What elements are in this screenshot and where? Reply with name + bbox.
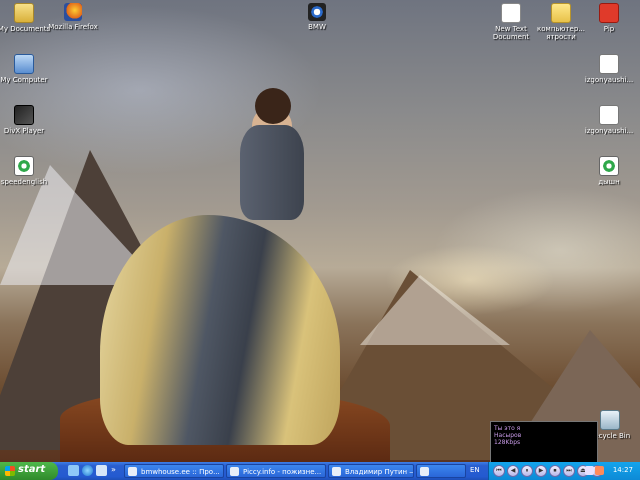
track-artist: Насыров <box>494 432 522 439</box>
desktop-icon-bmw[interactable]: BMW <box>287 3 347 31</box>
track-title: Ты это я <box>494 425 521 432</box>
stop-button[interactable]: ⏹ <box>549 465 561 477</box>
desktop-icon-dyshn[interactable]: дышн <box>579 156 639 186</box>
pip-icon <box>599 3 619 23</box>
system-tray: ⏮ ◀ ⏸ ▶ ⏹ ⏭ ⏏ ↺ 14:27 <box>488 462 640 480</box>
next-button[interactable]: ⏭ <box>563 465 575 477</box>
woman-bodice <box>240 125 304 220</box>
woman-dress <box>100 215 340 445</box>
desktop-icon-label: speedenglish <box>0 178 48 186</box>
audio-file-icon <box>599 105 619 125</box>
divx-player-icon <box>14 105 34 125</box>
media-player-icon <box>599 156 619 176</box>
quick-launch-icon[interactable] <box>96 465 107 476</box>
taskbar-button-label: Piccy.info - пожизне... <box>243 468 322 476</box>
quick-launch-more-button[interactable]: » <box>111 465 116 474</box>
desktop-icon-my-computer[interactable]: My Computer <box>0 54 54 84</box>
internet-explorer-icon[interactable] <box>82 465 93 476</box>
start-button[interactable]: start <box>0 462 58 480</box>
woman-head <box>255 88 291 124</box>
desktop-icon-label: дышн <box>598 178 620 186</box>
media-player-display[interactable]: Ты это я Насыров 128Kbps <box>490 421 598 464</box>
language-indicator[interactable]: EN <box>470 466 480 474</box>
browser-window-icon <box>128 467 137 476</box>
browser-window-icon <box>230 467 239 476</box>
pause-button[interactable]: ⏸ <box>521 465 533 477</box>
rewind-button[interactable]: ◀ <box>507 465 519 477</box>
my-computer-icon <box>14 54 34 74</box>
show-desktop-icon[interactable] <box>68 465 79 476</box>
desktop-icon-divx-player[interactable]: DivX Player <box>0 105 54 135</box>
desktop-icon-izgonyaushi-1[interactable]: izgonyaushi... <box>579 54 639 84</box>
desktop-icon-label: izgonyaushi... <box>584 127 634 135</box>
play-button[interactable]: ▶ <box>535 465 547 477</box>
taskbar-button-window[interactable] <box>416 464 466 478</box>
browser-window-icon <box>332 467 341 476</box>
desktop-wallpaper <box>0 0 640 462</box>
desktop-icon-mozilla-firefox[interactable]: Mozilla Firefox <box>43 3 103 31</box>
desktop-icon-speedenglish[interactable]: speedenglish <box>0 156 54 186</box>
mountain-center-snow <box>360 275 510 345</box>
desktop-icon-label: компьютер... ятрости <box>537 25 585 41</box>
taskbar-button-piccy[interactable]: Piccy.info - пожизне... <box>226 464 326 478</box>
desktop-icon-label: Mozilla Firefox <box>48 23 98 31</box>
windows-logo-icon <box>5 466 15 476</box>
track-bitrate: 128Kbps <box>494 439 521 446</box>
desktop-icon-label: BMW <box>308 23 326 31</box>
folder-icon <box>551 3 571 23</box>
desktop-icon-label: izgonyaushi... <box>584 76 634 84</box>
desktop-icon-label: DivX Player <box>3 127 45 135</box>
firefox-icon <box>64 3 82 21</box>
desktop-icon-izgonyaushi-2[interactable]: izgonyaushi... <box>579 105 639 135</box>
bmw-icon <box>308 3 326 21</box>
desktop-icon-label: My Computer <box>0 76 48 84</box>
clock[interactable]: 14:27 <box>613 466 633 474</box>
window-icon <box>420 467 429 476</box>
audio-file-icon <box>599 54 619 74</box>
my-documents-icon <box>14 3 34 23</box>
taskbar-button-label: Владимир Путин — ... <box>345 468 413 476</box>
taskbar: start » bmwhouse.ee :: Про... Piccy.info… <box>0 462 640 480</box>
media-player-icon <box>14 156 34 176</box>
taskbar-button-putin[interactable]: Владимир Путин — ... <box>328 464 414 478</box>
recycle-bin-icon <box>600 410 620 430</box>
tray-volume-icon[interactable] <box>595 466 604 475</box>
desktop-icon-label: Pip <box>603 25 615 33</box>
desktop-icon-label: New Text Document <box>492 25 530 41</box>
start-label: start <box>18 464 46 475</box>
tray-app-icon[interactable] <box>585 466 594 475</box>
taskbar-button-label: bmwhouse.ee :: Про... <box>141 468 220 476</box>
desktop-icon-pip[interactable]: Pip <box>579 3 639 33</box>
text-document-icon <box>501 3 521 23</box>
taskbar-button-bmwhouse[interactable]: bmwhouse.ee :: Про... <box>124 464 224 478</box>
previous-button[interactable]: ⏮ <box>493 465 505 477</box>
